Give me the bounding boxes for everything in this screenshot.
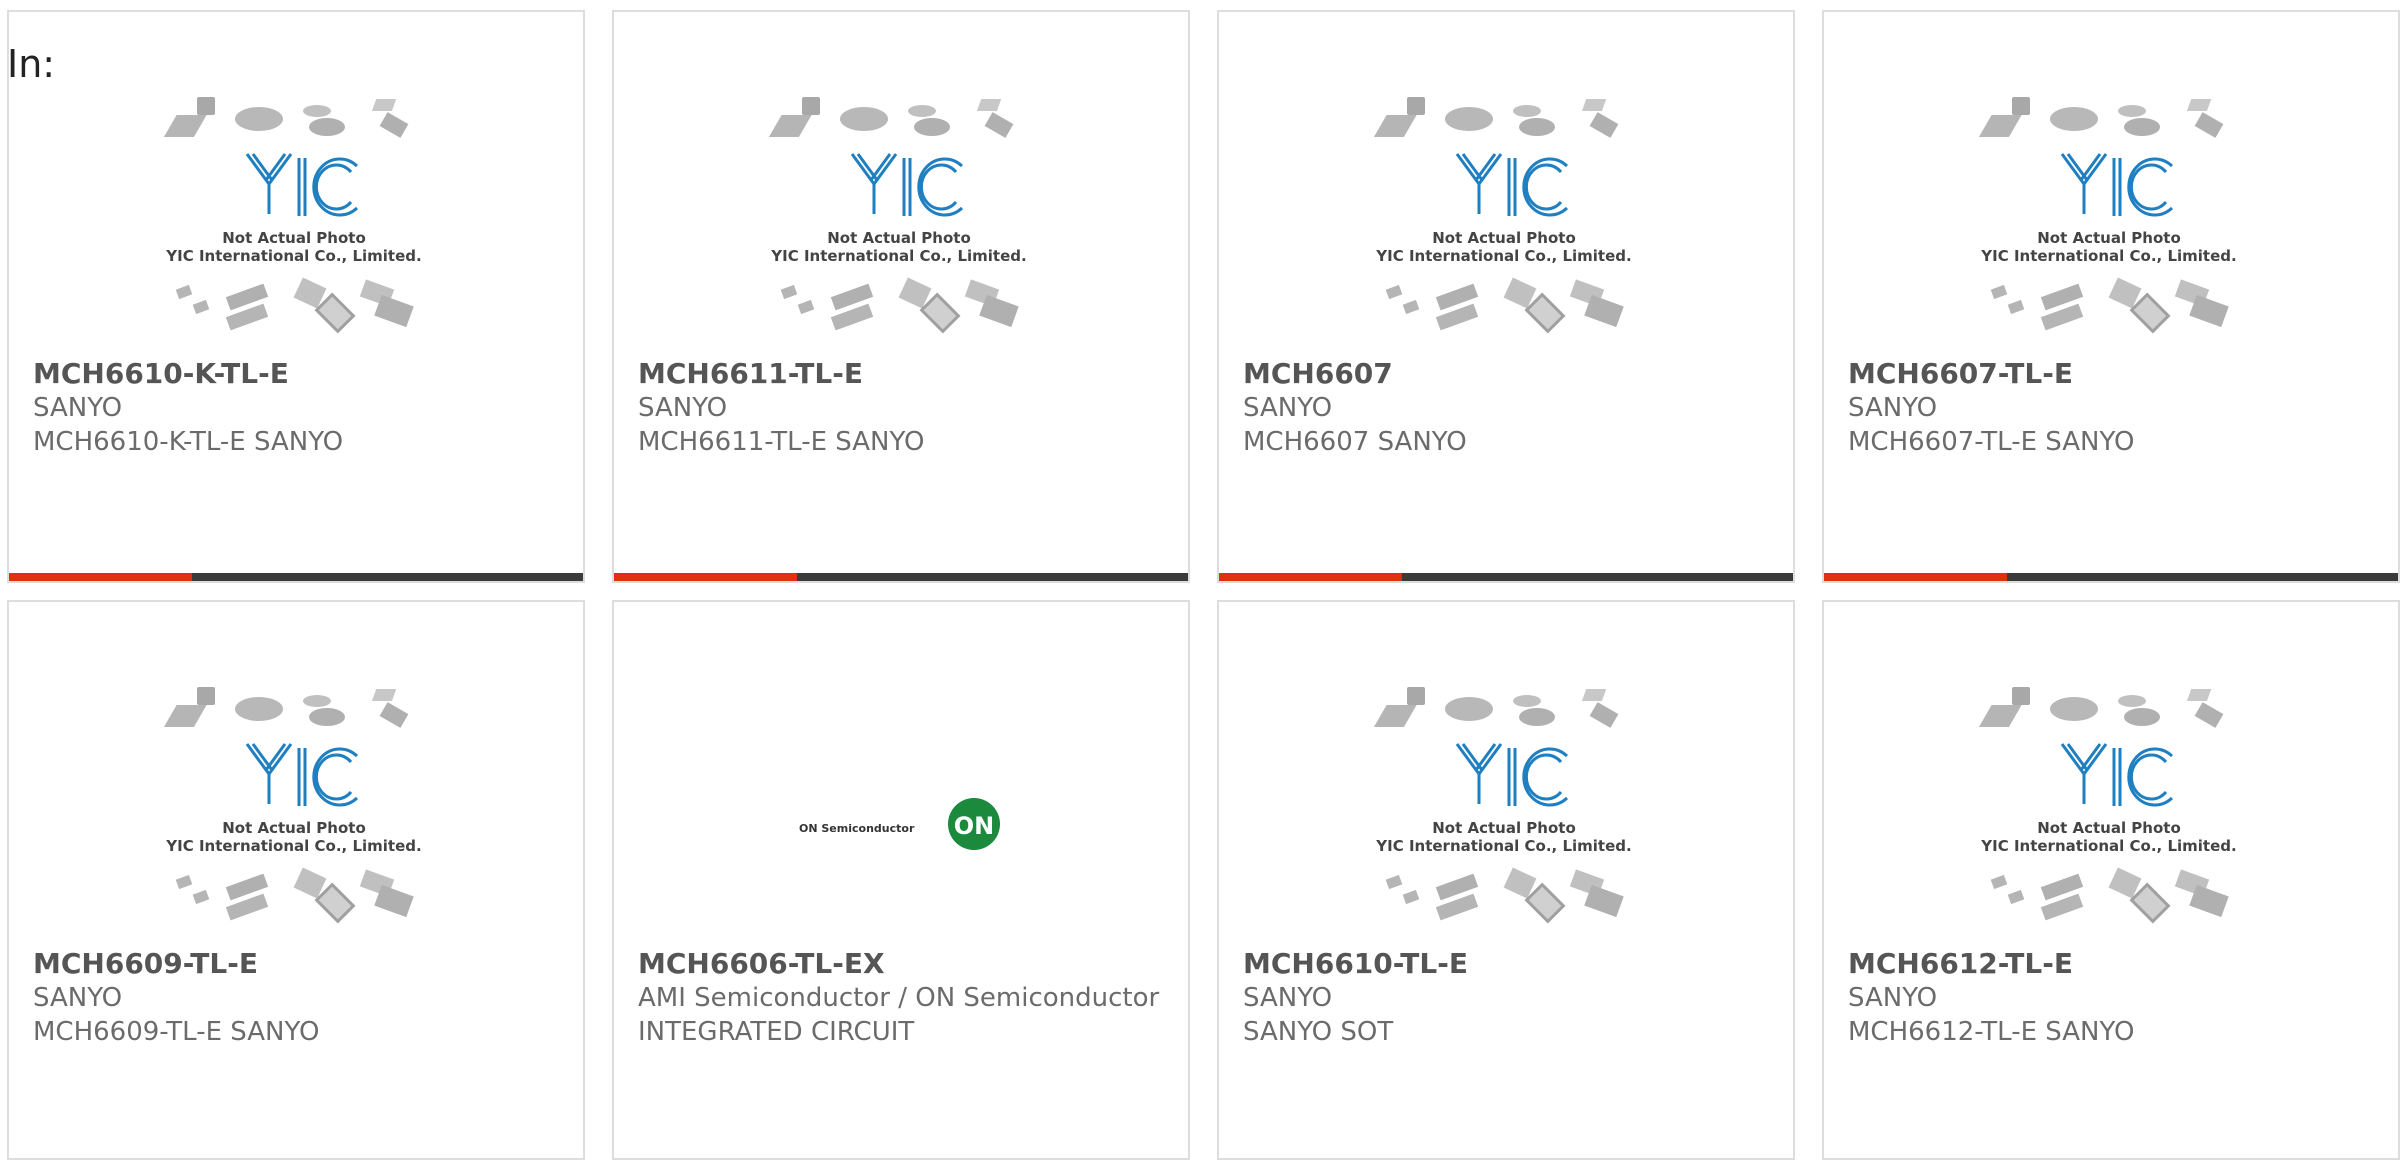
yic-placeholder-image: Not Actual PhotoYIC International Co., L… [768, 97, 1027, 333]
product-image[interactable]: Not Actual Photo YIC International Co., L… [1219, 92, 1793, 362]
yic-placeholder-image: Not Actual PhotoYIC International Co., L… [163, 687, 422, 923]
card-footer-bar [1219, 573, 1793, 581]
product-part-number[interactable]: MCH6611-TL-E [638, 357, 1168, 391]
card-footer-bar [1824, 573, 2398, 581]
product-description: MCH6607 SANYO [1243, 427, 1467, 457]
product-image[interactable]: Not Actual Photo YIC International Co., L… [1824, 92, 2398, 362]
product-text: MCH6612-TL-E SANYO MCH6612-TL-E SANYO [1848, 947, 2378, 1049]
product-part-number[interactable]: MCH6607 [1243, 357, 1773, 391]
product-text: MCH6606-TL-EX AMI Semiconductor / ON Sem… [638, 947, 1168, 1049]
product-manufacturer: SANYO [1243, 983, 1333, 1013]
card-footer-bar [614, 573, 1188, 581]
product-image[interactable]: Not Actual Photo YIC International Co., L… [614, 92, 1188, 362]
placeholder-caption-1: Not Actual Photo [2037, 229, 2181, 247]
product-part-number[interactable]: MCH6610-TL-E [1243, 947, 1773, 981]
product-card-2[interactable]: Not Actual Photo YIC International Co., L… [612, 10, 1190, 583]
product-manufacturer: SANYO [1848, 983, 1938, 1013]
product-text: MCH6609-TL-E SANYO MCH6609-TL-E SANYO [33, 947, 563, 1049]
product-manufacturer: SANYO [33, 983, 123, 1013]
product-card-1[interactable]: Not Actual Photo YIC International Co., L… [7, 10, 585, 583]
product-part-number[interactable]: MCH6607-TL-E [1848, 357, 2378, 391]
product-part-number[interactable]: MCH6610-K-TL-E [33, 357, 563, 391]
product-description: MCH6607-TL-E SANYO [1848, 427, 2135, 457]
product-card-4[interactable]: Not Actual Photo YIC International Co., L… [1822, 10, 2400, 583]
onsemi-badge-text: ON [954, 812, 995, 840]
yic-placeholder-image: Not Actual PhotoYIC International Co., L… [1978, 97, 2237, 333]
placeholder-caption-2: YIC International Co., Limited. [1375, 837, 1631, 855]
product-text: MCH6611-TL-E SANYO MCH6611-TL-E SANYO [638, 357, 1168, 459]
product-manufacturer: AMI Semiconductor / ON Semiconductor [638, 983, 1160, 1013]
placeholder-caption-2: YIC International Co., Limited. [1980, 837, 2236, 855]
yic-placeholder-image: Not Actual PhotoYIC International Co., L… [163, 97, 422, 333]
product-card-7[interactable]: Not Actual Photo YIC International Co., L… [1217, 600, 1795, 1160]
product-description: SANYO SOT [1243, 1017, 1394, 1047]
product-card-8[interactable]: Not Actual Photo YIC International Co., L… [1822, 600, 2400, 1160]
placeholder-caption-1: Not Actual Photo [1432, 819, 1576, 837]
yic-placeholder-image: Not Actual PhotoYIC International Co., L… [1978, 687, 2237, 923]
product-description: INTEGRATED CIRCUIT [638, 1017, 915, 1047]
placeholder-caption-1: Not Actual Photo [827, 229, 971, 247]
product-manufacturer: SANYO [1243, 393, 1333, 423]
placeholder-caption-1: Not Actual Photo [222, 819, 366, 837]
placeholder-caption-1: Not Actual Photo [1432, 229, 1576, 247]
placeholder-caption-2: YIC International Co., Limited. [770, 247, 1026, 265]
product-description: MCH6611-TL-E SANYO [638, 427, 925, 457]
product-text: MCH6610-K-TL-E SANYO MCH6610-K-TL-E SANY… [33, 357, 563, 459]
card-footer-accent [614, 573, 797, 581]
in-label: In: [7, 42, 56, 86]
product-text: MCH6610-TL-E SANYO SANYO SOT [1243, 947, 1773, 1049]
product-image[interactable]: Not Actual Photo YIC International Co., L… [1824, 682, 2398, 952]
product-description: MCH6612-TL-E SANYO [1848, 1017, 2135, 1047]
product-manufacturer: SANYO [638, 393, 728, 423]
card-footer-accent [9, 573, 192, 581]
product-manufacturer: SANYO [33, 393, 123, 423]
product-text: MCH6607-TL-E SANYO MCH6607-TL-E SANYO [1848, 357, 2378, 459]
card-footer-accent [1219, 573, 1402, 581]
onsemi-logo-image: ON Semiconductor ON [799, 798, 1000, 850]
product-description: MCH6609-TL-E SANYO [33, 1017, 320, 1047]
placeholder-caption-2: YIC International Co., Limited. [1375, 247, 1631, 265]
product-part-number[interactable]: MCH6612-TL-E [1848, 947, 2378, 981]
product-card-3[interactable]: Not Actual Photo YIC International Co., L… [1217, 10, 1795, 583]
yic-placeholder-image: Not Actual PhotoYIC International Co., L… [1373, 97, 1632, 333]
product-card-6[interactable]: ON Semiconductor ON MCH6606-TL-EX AMI Sem… [612, 600, 1190, 1160]
placeholder-caption-1: Not Actual Photo [2037, 819, 2181, 837]
yic-placeholder-image: Not Actual PhotoYIC International Co., L… [1373, 687, 1632, 923]
card-footer-bar [9, 573, 583, 581]
product-part-number[interactable]: MCH6609-TL-E [33, 947, 563, 981]
product-part-number[interactable]: MCH6606-TL-EX [638, 947, 1168, 981]
placeholder-caption-2: YIC International Co., Limited. [165, 837, 421, 855]
product-manufacturer: SANYO [1848, 393, 1938, 423]
card-footer-accent [1824, 573, 2007, 581]
product-image[interactable]: Not Actual Photo YIC International Co., L… [9, 92, 583, 362]
onsemi-brand-text: ON Semiconductor [799, 822, 915, 835]
product-card-5[interactable]: Not Actual Photo YIC International Co., L… [7, 600, 585, 1160]
product-text: MCH6607 SANYO MCH6607 SANYO [1243, 357, 1773, 459]
product-image[interactable]: Not Actual Photo YIC International Co., L… [9, 682, 583, 952]
product-image[interactable]: Not Actual Photo YIC International Co., L… [1219, 682, 1793, 952]
placeholder-caption-2: YIC International Co., Limited. [1980, 247, 2236, 265]
product-description: MCH6610-K-TL-E SANYO [33, 427, 344, 457]
product-image[interactable]: ON Semiconductor ON [614, 682, 1188, 952]
placeholder-caption-1: Not Actual Photo [222, 229, 366, 247]
placeholder-caption-2: YIC International Co., Limited. [165, 247, 421, 265]
